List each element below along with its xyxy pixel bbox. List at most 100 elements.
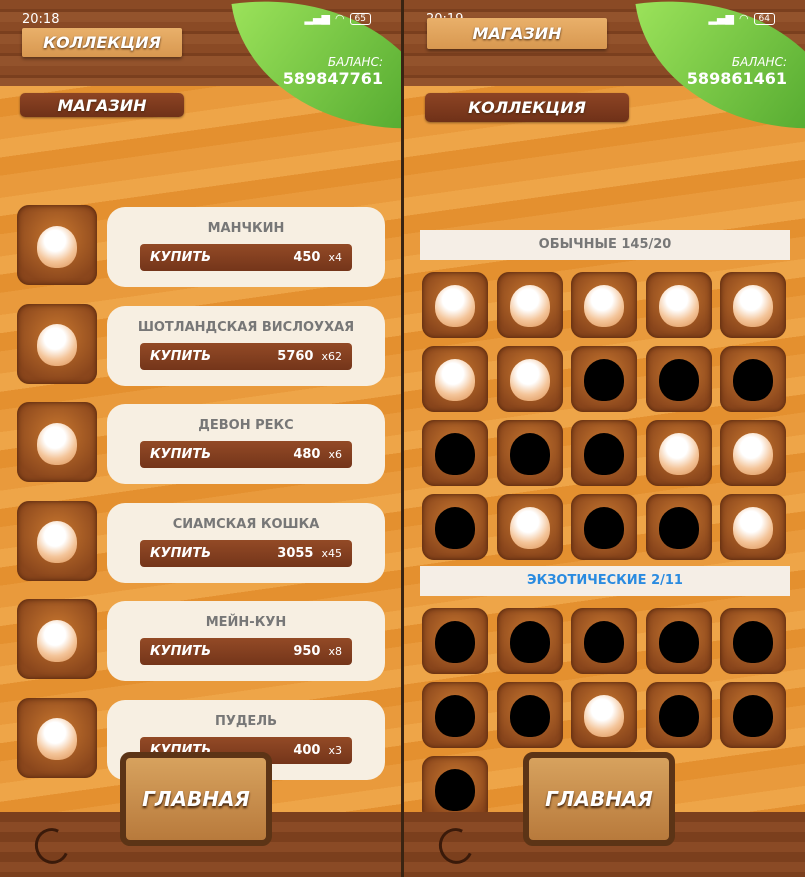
price: 480 <box>293 447 321 462</box>
shop-item-card: ДЕВОН РЕКС КУПИТЬ 480 x6 <box>107 404 385 484</box>
common-pet-tile[interactable] <box>645 420 712 486</box>
common-pet-tile[interactable] <box>496 346 563 412</box>
buy-button[interactable]: КУПИТЬ 950 x8 <box>140 638 352 665</box>
buy-button[interactable]: КУПИТЬ 5760 x62 <box>140 342 352 370</box>
common-section-header: ОБЫЧНЫЕ 145/20 <box>420 230 790 260</box>
common-pet-tile[interactable] <box>720 346 786 412</box>
pet-image <box>435 359 475 402</box>
pet-icon-tile <box>17 697 97 778</box>
pet-image <box>509 359 550 402</box>
price: 450 <box>293 250 321 265</box>
pet-image <box>37 521 77 564</box>
pet-image <box>37 718 77 761</box>
common-pet-tile[interactable] <box>645 494 712 560</box>
shop-item-card: СИАМСКАЯ КОШКА КУПИТЬ 3055 x45 <box>107 502 385 583</box>
common-pet-tile[interactable] <box>571 420 637 486</box>
shop-screen: 20:18 ▂▄▆ ◠ 65 КОЛЛЕКЦИЯ МАГАЗИН БАЛАНС: 58… <box>0 0 401 877</box>
wifi-icon: ◠ <box>334 12 345 25</box>
pet-image <box>584 285 624 328</box>
exotic-pet-tile[interactable] <box>720 682 786 748</box>
common-pet-tile[interactable] <box>571 272 637 338</box>
exotic-pet-tile[interactable] <box>645 608 712 674</box>
common-pet-tile[interactable] <box>720 494 786 560</box>
pet-silhouette <box>584 621 624 664</box>
exotic-pet-tile[interactable] <box>645 682 712 748</box>
buy-label: КУПИТЬ <box>150 447 212 462</box>
pet-silhouette <box>658 507 699 550</box>
multiplier: x8 <box>328 645 342 658</box>
pet-image <box>37 422 77 465</box>
status-icons: ▂▄▆ ◠ 64 <box>709 12 775 25</box>
price: 5760 <box>277 348 314 364</box>
balance-value: 589847761 <box>282 69 383 88</box>
pet-image <box>733 285 773 328</box>
common-pet-tile[interactable] <box>496 272 563 338</box>
common-pet-tile[interactable] <box>422 272 488 338</box>
common-pet-tile[interactable] <box>645 346 712 412</box>
pet-image <box>435 285 475 328</box>
pet-silhouette <box>509 433 550 476</box>
signal-icon: ▂▄▆ <box>708 12 734 25</box>
pet-silhouette <box>509 621 550 664</box>
pet-image <box>509 285 550 328</box>
buy-label: КУПИТЬ <box>150 644 212 659</box>
multiplier: x6 <box>328 448 342 461</box>
common-pet-tile[interactable] <box>571 346 637 412</box>
exotic-pet-tile[interactable] <box>720 608 786 674</box>
pet-image <box>658 433 699 476</box>
balance: БАЛАНС: 589861461 <box>687 55 787 88</box>
exotic-pet-tile[interactable] <box>496 608 563 674</box>
exotic-pet-tile[interactable] <box>571 682 637 748</box>
pet-silhouette <box>584 433 624 476</box>
pet-image <box>37 225 77 268</box>
shop-tab-button[interactable]: МАГАЗИН <box>427 18 607 49</box>
pet-silhouette <box>733 621 773 664</box>
common-pet-tile[interactable] <box>496 494 563 560</box>
pet-image <box>37 324 77 367</box>
exotic-pet-tile[interactable] <box>422 682 488 748</box>
collection-tab-button[interactable]: КОЛЛЕКЦИЯ <box>425 93 629 122</box>
wifi-icon: ◠ <box>738 12 749 25</box>
pet-name: ДЕВОН РЕКС <box>198 418 294 433</box>
common-pet-tile[interactable] <box>422 494 488 560</box>
common-pet-tile[interactable] <box>720 272 786 338</box>
pet-icon-tile <box>17 500 97 581</box>
price: 950 <box>293 644 321 659</box>
exotic-pet-tile[interactable] <box>422 608 488 674</box>
collection-tab-button[interactable]: КОЛЛЕКЦИЯ <box>22 28 182 57</box>
pet-name: МЕЙН-КУН <box>205 615 287 630</box>
home-button[interactable]: ГЛАВНАЯ <box>120 752 272 846</box>
shop-tab-button[interactable]: МАГАЗИН <box>20 93 184 117</box>
common-pet-tile[interactable] <box>571 494 637 560</box>
balance: БАЛАНС: 589847761 <box>283 55 383 88</box>
buy-button[interactable]: КУПИТЬ 480 x6 <box>140 441 352 468</box>
pet-silhouette <box>584 359 624 402</box>
balance-value: 589861461 <box>686 69 787 88</box>
pet-name: ПУДЕЛЬ <box>214 713 278 729</box>
balance-label: БАЛАНС: <box>731 55 787 69</box>
exotic-pet-tile[interactable] <box>496 682 563 748</box>
pet-silhouette <box>658 359 699 402</box>
pet-image <box>37 619 77 662</box>
buy-button[interactable]: КУПИТЬ 3055 x45 <box>140 539 352 567</box>
common-pet-tile[interactable] <box>645 272 712 338</box>
home-button[interactable]: ГЛАВНАЯ <box>523 752 675 846</box>
buy-label: КУПИТЬ <box>150 250 212 265</box>
exotic-pet-tile[interactable] <box>571 608 637 674</box>
common-pet-tile[interactable] <box>422 346 488 412</box>
common-pet-tile[interactable] <box>720 420 786 486</box>
pet-name: ШОТЛАНДСКАЯ ВИСЛОУХАЯ <box>137 319 355 335</box>
pet-icon-tile <box>17 205 97 285</box>
balance-label: БАЛАНС: <box>327 55 383 69</box>
pet-silhouette <box>733 695 773 738</box>
buy-button[interactable]: КУПИТЬ 450 x4 <box>140 244 352 271</box>
price: 3055 <box>277 545 314 561</box>
common-pet-tile[interactable] <box>422 420 488 486</box>
pet-silhouette <box>658 695 699 738</box>
exotic-section-header[interactable]: ЭКЗОТИЧЕСКИЕ 2/11 <box>420 566 790 596</box>
common-pet-tile[interactable] <box>496 420 563 486</box>
pet-icon-tile <box>17 599 97 679</box>
shop-item-card: МЕЙН-КУН КУПИТЬ 950 x8 <box>107 601 385 681</box>
multiplier: x45 <box>321 546 342 560</box>
battery-icon: 64 <box>753 12 775 25</box>
